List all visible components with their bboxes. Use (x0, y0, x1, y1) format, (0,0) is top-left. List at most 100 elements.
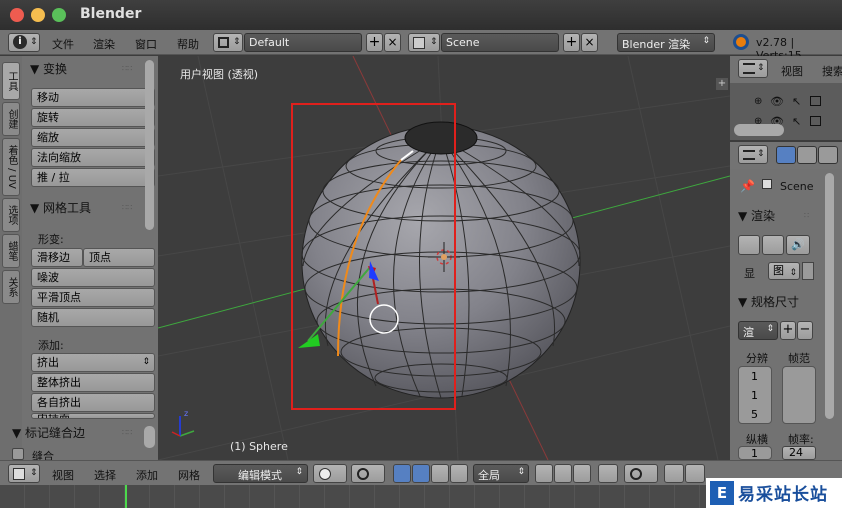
vertex-select-icon[interactable] (535, 464, 553, 483)
outliner-scrollbar[interactable] (734, 124, 784, 136)
menu-help[interactable]: 帮助 (177, 36, 199, 52)
outliner-panel[interactable]: ⊕ 👁 ↖ ⊕ 👁 ↖ (730, 83, 842, 140)
dimensions-section-header[interactable]: ▼ 规格尺寸 (738, 293, 799, 310)
outliner-search-menu[interactable]: 搜索 (822, 63, 842, 79)
rotate-button[interactable]: 旋转 (31, 108, 155, 127)
menu-select[interactable]: 选择 (94, 467, 116, 483)
edge-slide-button[interactable]: 滑移边 (31, 248, 83, 267)
maximize-window-button[interactable] (52, 8, 66, 22)
tab-tools[interactable]: 工具 (2, 62, 20, 100)
menu-mesh[interactable]: 网格 (178, 467, 200, 483)
render-section-header[interactable]: ▼ 渲染 (738, 207, 775, 224)
mark-seam-section-header[interactable]: ▼ 标记缝合边 (12, 424, 85, 441)
menu-render[interactable]: 渲染 (93, 36, 115, 52)
inset-faces-button[interactable]: 内插面 (31, 413, 155, 419)
render-engine-dropdown[interactable]: Blender 渲染 ⇕ (617, 33, 715, 52)
move-button[interactable]: 移动 (31, 88, 155, 107)
seam-scrollbar[interactable] (144, 426, 155, 448)
render-layers-tab-icon[interactable] (797, 146, 817, 164)
edge-select-icon[interactable] (554, 464, 572, 483)
screen-layout-field[interactable]: Default (244, 33, 362, 52)
tab-options[interactable]: 选项 (2, 198, 20, 232)
properties-scrollbar[interactable] (825, 173, 834, 419)
remove-layout-icon[interactable]: × (384, 33, 401, 52)
seam-checkbox[interactable] (12, 448, 24, 460)
fps-dropdown[interactable]: 24 (782, 446, 816, 460)
pivot-point-dropdown[interactable] (351, 464, 385, 483)
extrude-dropdown[interactable]: 挤出 ⇕ (31, 353, 155, 372)
menu-file[interactable]: 文件 (52, 36, 74, 52)
drag-handle-icon[interactable]: ∷ (804, 211, 809, 220)
mesh-tools-section-header[interactable]: ▼ 网格工具 (30, 199, 91, 216)
minimize-window-button[interactable] (31, 8, 45, 22)
drag-handle-icon[interactable]: ∷∷ (122, 64, 132, 73)
tab-shading-uv[interactable]: 着色 / UV (2, 138, 20, 196)
menu-window[interactable]: 窗口 (135, 36, 157, 52)
scene-field[interactable]: Scene (441, 33, 559, 52)
resolution-fields[interactable]: 1 1 5 (738, 366, 772, 424)
render-camera-icon[interactable] (810, 116, 821, 126)
render-camera-icon[interactable] (810, 96, 821, 106)
tab-grease-pencil[interactable]: 蜡笔 (2, 234, 20, 268)
cursor-icon[interactable]: ↖ (792, 115, 801, 128)
transform-section-header[interactable]: ▼ 变换 (30, 60, 67, 77)
translate-manipulator-icon[interactable] (412, 464, 430, 483)
randomize-button[interactable]: 随机 (31, 308, 155, 327)
lock-icon[interactable] (802, 262, 814, 280)
tool-shelf-scrollbar[interactable] (145, 60, 154, 230)
face-select-icon[interactable] (573, 464, 591, 483)
3d-viewport[interactable]: z 用户视图 (透视) (1) Sphere + (158, 56, 730, 460)
eye-icon[interactable]: 👁 (770, 95, 784, 108)
snap-element-icon[interactable] (685, 464, 705, 483)
display-dropdown[interactable]: 图 ⇕ (768, 262, 800, 280)
render-image-camera-icon[interactable] (738, 235, 760, 255)
pin-icon[interactable]: 📌 (740, 179, 755, 193)
properties-editor-type-button[interactable]: ⇕ (738, 145, 768, 164)
scene-tab-icon[interactable] (818, 146, 838, 164)
noise-button[interactable]: 噪波 (31, 268, 155, 287)
menu-view[interactable]: 视图 (52, 467, 74, 483)
scale-manipulator-icon[interactable] (450, 464, 468, 483)
render-tab-icon[interactable] (776, 146, 796, 164)
res-x-field[interactable]: 1 (751, 370, 758, 383)
drag-handle-icon[interactable]: ∷∷ (122, 203, 132, 212)
menu-add[interactable]: 添加 (136, 467, 158, 483)
vertex-slide-button[interactable]: 顶点 (83, 248, 155, 267)
add-layout-icon[interactable]: + (366, 33, 383, 52)
add-preset-icon[interactable]: + (780, 321, 796, 340)
mode-dropdown[interactable]: 编辑模式 ⇕ (213, 464, 308, 483)
close-window-button[interactable] (10, 8, 24, 22)
manipulator-toggle-icon[interactable] (393, 464, 411, 483)
tab-create[interactable]: 创建 (2, 102, 20, 136)
extrude-individual-button[interactable]: 各自挤出 (31, 393, 155, 412)
add-scene-icon[interactable]: + (563, 33, 580, 52)
add-region-icon[interactable]: + (716, 78, 728, 90)
render-preset-dropdown[interactable]: 渲 ⇕ (738, 321, 778, 340)
aspect-field[interactable]: 1 (738, 446, 772, 460)
shrink-fatten-button[interactable]: 法向缩放 (31, 148, 155, 167)
scene-selector-button[interactable]: ⇕ (408, 33, 440, 52)
editor-type-button[interactable]: i ⇕ (8, 33, 40, 52)
expand-icon[interactable]: ⊕ (754, 96, 762, 107)
extrude-region-button[interactable]: 整体挤出 (31, 373, 155, 392)
smooth-vertex-button[interactable]: 平滑顶点 (31, 288, 155, 307)
rotate-manipulator-icon[interactable] (431, 464, 449, 483)
screen-layout-button[interactable]: ⇕ (213, 33, 243, 52)
res-y-field[interactable]: 1 (751, 389, 758, 402)
remove-scene-icon[interactable]: × (581, 33, 598, 52)
frame-range-fields[interactable] (782, 366, 816, 424)
proportional-edit-dropdown[interactable] (624, 464, 658, 483)
tab-relations[interactable]: 关系 (2, 270, 20, 304)
push-pull-button[interactable]: 推 / 拉 (31, 168, 155, 187)
drag-handle-icon[interactable]: ∷∷ (122, 428, 132, 437)
outliner-view-menu[interactable]: 视图 (781, 63, 803, 79)
viewport-editor-type-button[interactable]: ⇕ (8, 464, 40, 483)
scale-button[interactable]: 缩放 (31, 128, 155, 147)
remove-preset-icon[interactable]: − (797, 321, 813, 340)
snap-toggle-icon[interactable] (664, 464, 684, 483)
sound-icon[interactable]: 🔊 (786, 235, 810, 255)
limit-selection-icon[interactable] (598, 464, 618, 483)
render-animation-icon[interactable] (762, 235, 784, 255)
outliner-editor-type-button[interactable]: ⇕ (738, 59, 768, 78)
viewport-shading-dropdown[interactable] (313, 464, 347, 483)
